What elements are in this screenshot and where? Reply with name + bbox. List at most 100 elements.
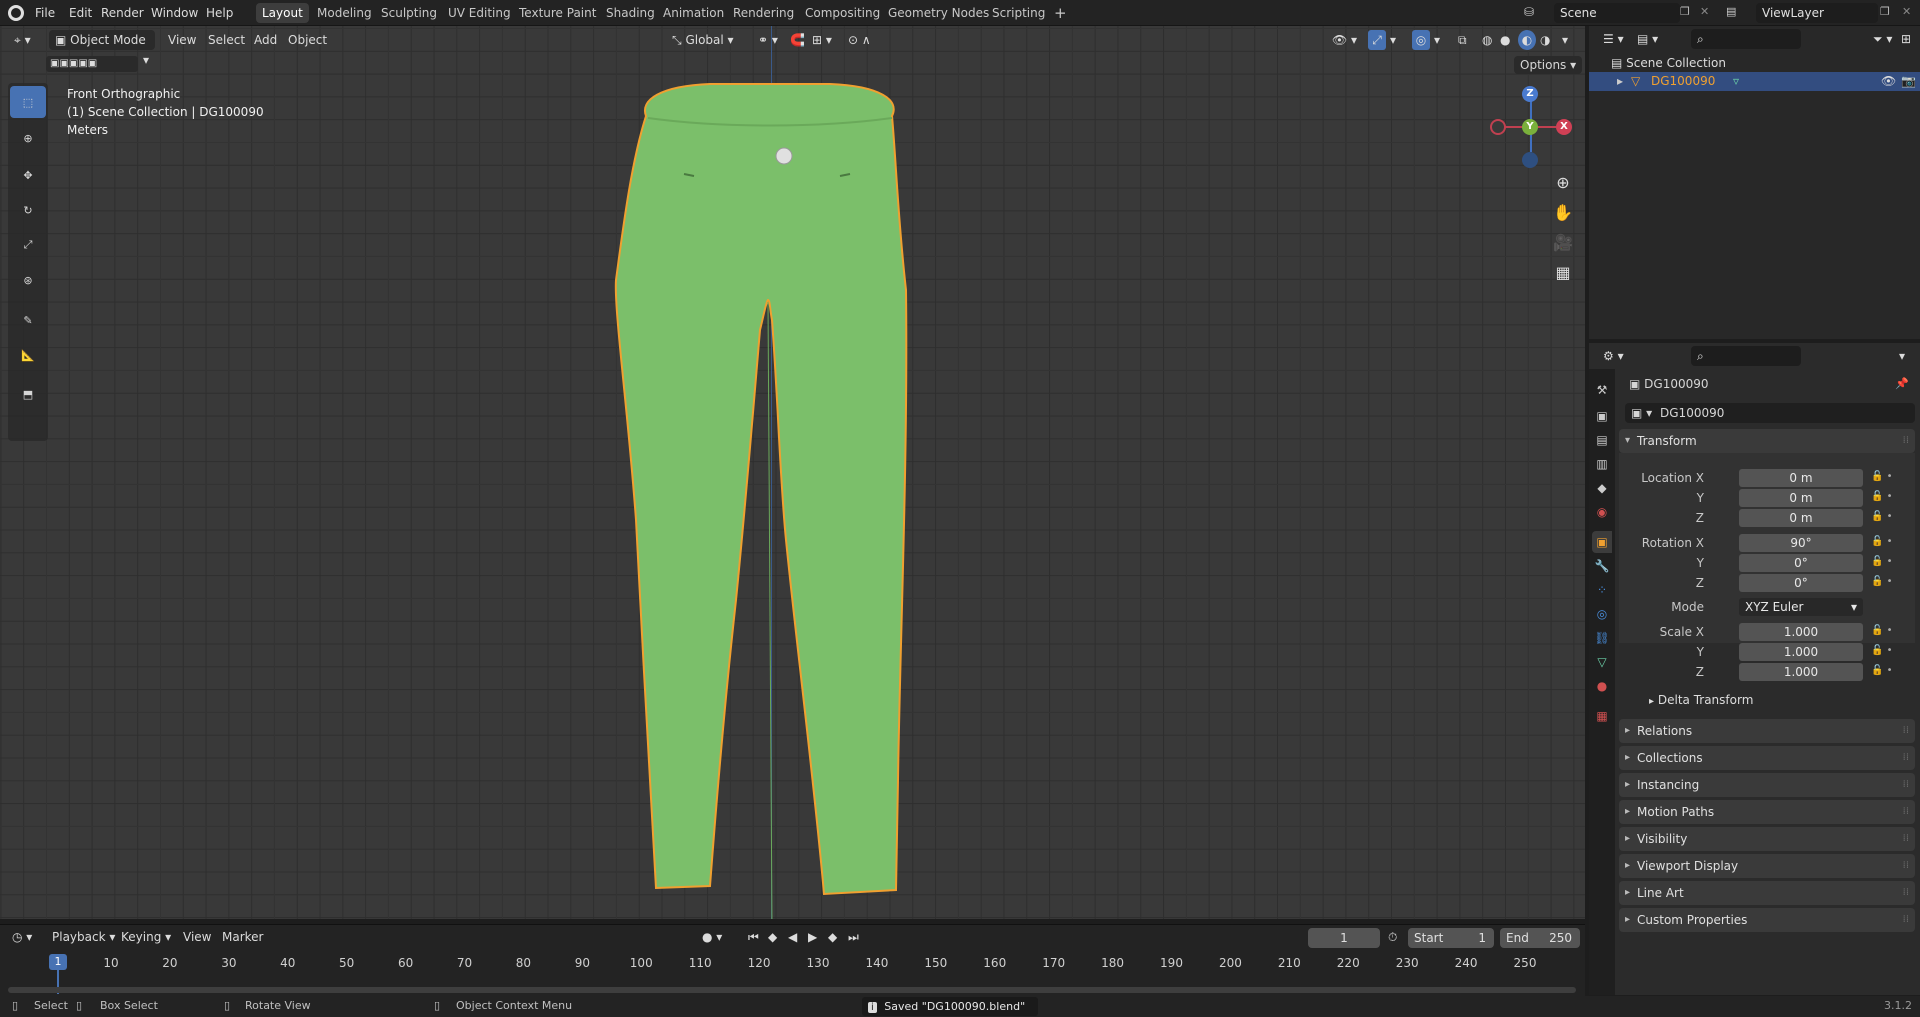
panel-viewport-display[interactable]: ▸ Viewport Display ⁞⁞ <box>1619 854 1915 878</box>
outliner-editor-icon[interactable]: ☰ ▾ <box>1603 29 1624 49</box>
orientation-dropdown[interactable]: ⤡ Global ▾ <box>672 30 734 50</box>
properties-editor-icon[interactable]: ⚙ ▾ <box>1603 346 1624 366</box>
snap-target-icon[interactable]: ⊞ ▾ <box>812 30 832 50</box>
mesh-data-icon[interactable]: ▿ <box>1733 72 1739 91</box>
tab-modeling[interactable]: Modeling <box>311 3 378 23</box>
lock-location-y-icon[interactable]: 🔓 • <box>1871 491 1893 502</box>
panel-visibility[interactable]: ▸ Visibility ⁞⁞ <box>1619 827 1915 851</box>
menu-timeline-view[interactable]: View <box>183 927 211 947</box>
drag-grip-icon[interactable]: ⁞⁞ <box>1903 719 1909 743</box>
gizmo-y-axis[interactable]: Y <box>1522 119 1538 135</box>
menu-marker[interactable]: Marker <box>222 927 263 947</box>
options-button[interactable]: Options ▾ <box>1514 56 1583 74</box>
scene-close-icon[interactable]: ✕ <box>1700 5 1709 18</box>
render-tab-icon[interactable]: ▣ <box>1592 405 1612 427</box>
drag-grip-icon[interactable]: ⁞⁞ <box>1903 746 1909 770</box>
move-tool-icon[interactable]: ✥ <box>10 159 46 191</box>
lock-scale-y-icon[interactable]: 🔓 • <box>1871 645 1893 656</box>
location-y-field[interactable]: 0 m <box>1739 489 1863 507</box>
scene-tab-icon[interactable]: ◆ <box>1592 477 1612 499</box>
expand-arrow-icon[interactable]: ▸ <box>1617 72 1623 91</box>
gizmo-neg-z-axis[interactable] <box>1522 152 1538 168</box>
panel-motion-paths[interactable]: ▸ Motion Paths ⁞⁞ <box>1619 800 1915 824</box>
drag-grip-icon[interactable]: ⁞⁞ <box>1903 800 1909 824</box>
tab-rendering[interactable]: Rendering <box>727 3 800 23</box>
ortho-grid-icon[interactable]: ▦ <box>1549 258 1577 286</box>
drag-grip-icon[interactable]: ⁞⁞ <box>1903 854 1909 878</box>
camera-view-icon[interactable]: 🎥 <box>1549 228 1577 256</box>
add-cube-tool-icon[interactable]: ⬒ <box>10 378 46 410</box>
zoom-icon[interactable]: ⊕ <box>1549 168 1577 196</box>
menu-select[interactable]: Select <box>208 30 245 50</box>
menu-view[interactable]: View <box>168 30 196 50</box>
lock-location-x-icon[interactable]: 🔓 • <box>1871 471 1893 482</box>
trousers-mesh[interactable] <box>600 80 940 919</box>
menu-help[interactable]: Help <box>206 0 233 26</box>
properties-options-icon[interactable]: ▾ <box>1899 346 1905 366</box>
menu-playback[interactable]: Playback ▾ <box>52 927 115 947</box>
gizmo-neg-x-axis[interactable] <box>1490 119 1506 135</box>
lock-rotation-z-icon[interactable]: 🔓 • <box>1871 576 1893 587</box>
filter-icon[interactable]: ⏷ ▾ <box>1873 29 1892 49</box>
rotation-x-field[interactable]: 90° <box>1739 534 1863 552</box>
transform-tool-icon[interactable]: ⊛ <box>10 264 46 296</box>
scene-copy-icon[interactable]: ❐ <box>1680 5 1690 18</box>
panel-relations[interactable]: ▸ Relations ⁞⁞ <box>1619 719 1915 743</box>
tab-layout[interactable]: Layout <box>256 3 309 23</box>
rotation-mode-dropdown[interactable]: XYZ Euler ▾ <box>1739 598 1863 616</box>
blender-logo-icon[interactable] <box>8 5 24 21</box>
annotate-tool-icon[interactable]: ✎ <box>10 304 46 336</box>
scale-tool-icon[interactable]: ⤢ <box>10 229 46 261</box>
select-mode-buttons[interactable]: ▣▣▣▣▣ <box>46 56 138 72</box>
physics-tab-icon[interactable]: ◎ <box>1592 603 1612 625</box>
drag-grip-icon[interactable]: ⁞⁞ <box>1903 827 1909 851</box>
scale-x-field[interactable]: 1.000 <box>1739 623 1863 641</box>
tab-sculpting[interactable]: Sculpting <box>375 3 443 23</box>
new-collection-icon[interactable]: ⊞ <box>1901 29 1911 49</box>
view-layer-icon[interactable]: ▤ <box>1726 5 1736 18</box>
tab-animation[interactable]: Animation <box>657 3 730 23</box>
delta-transform-subpanel[interactable]: ▸ Delta Transform <box>1649 693 1753 707</box>
wireframe-shading-icon[interactable]: ◍ <box>1482 30 1492 50</box>
lock-rotation-y-icon[interactable]: 🔓 • <box>1871 556 1893 567</box>
gizmo-toggle-icon[interactable]: ⤢ <box>1368 30 1386 50</box>
lock-location-z-icon[interactable]: 🔓 • <box>1871 511 1893 522</box>
next-key-icon[interactable]: ◆ <box>828 927 837 947</box>
tab-shading[interactable]: Shading <box>600 3 661 23</box>
gizmo-z-axis[interactable]: Z <box>1522 86 1538 102</box>
pan-hand-icon[interactable]: ✋ <box>1549 198 1577 226</box>
rotation-z-field[interactable]: 0° <box>1739 574 1863 592</box>
object-mode-dropdown[interactable]: ▣ Object Mode ▾ <box>49 30 155 67</box>
proportional-edit-icon[interactable]: ⊙ ∧ <box>848 30 871 50</box>
visibility-eye-icon[interactable]: 👁 <box>1881 72 1896 91</box>
tab-geometry-nodes[interactable]: Geometry Nodes <box>882 3 995 23</box>
measure-tool-icon[interactable]: 📐 <box>10 339 46 371</box>
rotation-y-field[interactable]: 0° <box>1739 554 1863 572</box>
start-frame-field[interactable]: Start 1 <box>1408 928 1494 948</box>
snap-icon[interactable]: 🧲 <box>790 30 805 50</box>
tab-uv-editing[interactable]: UV Editing <box>442 3 517 23</box>
timeline-editor-icon[interactable]: ◷ ▾ <box>12 927 32 947</box>
scene-icon[interactable]: ⛁ <box>1524 5 1534 19</box>
gizmo-x-axis[interactable]: X <box>1556 119 1572 135</box>
jump-start-icon[interactable]: ⏮ <box>748 927 759 947</box>
scene-collection-row[interactable]: ▤ Scene Collection <box>1611 54 1726 72</box>
panel-instancing[interactable]: ▸ Instancing ⁞⁞ <box>1619 773 1915 797</box>
timeline[interactable]: ◷ ▾ Playback ▾ Keying ▾ View Marker ● ▾ … <box>0 924 1585 1004</box>
world-tab-icon[interactable]: ◉ <box>1592 501 1612 523</box>
view-layer-copy-icon[interactable]: ❐ <box>1880 5 1890 18</box>
location-z-field[interactable]: 0 m <box>1739 509 1863 527</box>
tab-compositing[interactable]: Compositing <box>799 3 886 23</box>
menu-object[interactable]: Object <box>288 30 327 50</box>
scene-name-field[interactable]: Scene <box>1554 3 1680 23</box>
menu-render[interactable]: Render <box>101 0 144 26</box>
tab-texture-paint[interactable]: Texture Paint <box>513 3 602 23</box>
tab-scripting[interactable]: Scripting <box>986 3 1051 23</box>
solid-shading-icon[interactable]: ● <box>1500 30 1510 50</box>
prev-key-icon[interactable]: ◆ <box>768 927 777 947</box>
menu-file[interactable]: File <box>35 0 55 26</box>
location-x-field[interactable]: 0 m <box>1739 469 1863 487</box>
lock-scale-x-icon[interactable]: 🔓 • <box>1871 625 1893 636</box>
scale-y-field[interactable]: 1.000 <box>1739 643 1863 661</box>
properties-editor[interactable]: ⚙ ▾ ⌕ ▾ ⚒ ▣ ▤ ▥ ◆ ◉ ▣ 🔧 ⁘ ◎ ⛓ ▽ ● ▦ ▣ DG… <box>1589 343 1920 995</box>
